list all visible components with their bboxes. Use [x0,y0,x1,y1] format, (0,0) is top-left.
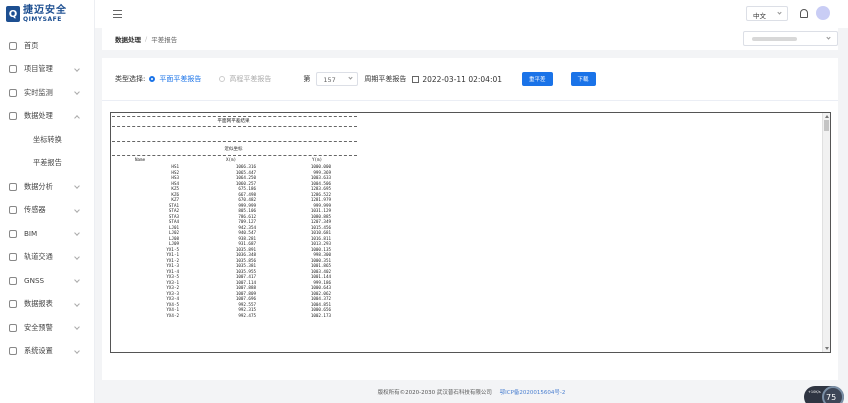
chevron-down-icon [74,230,80,236]
sidebar-item-system-settings[interactable]: 系统设置 [0,340,94,364]
project-name-redacted [752,37,797,41]
sidebar-item-coordinate-conversion[interactable]: 坐标转换 [0,128,94,152]
calendar-icon [412,75,420,83]
logo-chinese-name: 捷迈安全 [23,4,67,16]
scroll-thumb[interactable] [824,120,829,131]
language-select[interactable]: 中文 [746,6,788,21]
report-subtitle: 近似坐标 [224,147,243,152]
sidebar-item-data-analysis[interactable]: 数据分析 [0,175,94,199]
filter-bar: 类型选择: 平面平差报告 高程平差报告 第 157 周期平差报告 2022-03… [115,71,838,87]
period-prefix: 第 [303,75,311,83]
chevron-down-icon [74,183,80,189]
sidebar-menu: 首页 项目管理 实时监测 数据处理 坐标转换 平差报告 数据分析 传感器 BIM… [0,34,94,363]
download-button[interactable]: 下载 [570,72,596,86]
sidebar-item-bim[interactable]: BIM [0,222,94,246]
footer: 版权所有©2020-2030 武汉普石科技有限公司 鄂ICP备202001560… [95,388,848,396]
copyright-text: 版权所有©2020-2030 武汉普石科技有限公司 [377,390,492,396]
globe-icon [9,112,17,121]
point-name-cell: YX4-2 [166,312,179,318]
speed-widget[interactable]: +10K/s 75 [804,386,844,403]
sidebar-item-project-management[interactable]: 项目管理 [0,58,94,82]
chevron-down-icon [74,277,80,283]
chevron-down-icon [74,89,80,95]
report-card: 类型选择: 平面平差报告 高程平差报告 第 157 周期平差报告 2022-03… [102,58,838,380]
report-datetime: 2022-03-11 02:04:01 [422,74,503,84]
divider [102,100,838,101]
building-icon [9,229,17,238]
alert-icon [9,323,17,332]
sidebar-item-safety-alerts[interactable]: 安全预警 [0,316,94,340]
monitor-icon [9,88,17,97]
vertical-scrollbar[interactable] [822,113,830,352]
sidebar-item-adjustment-report[interactable]: 平差报告 [0,152,94,176]
speed-rate: +10K/s [808,390,821,394]
column-header: X(m) [226,157,237,162]
report-icon [9,300,17,309]
icp-link[interactable]: 鄂ICP备2020015604号-2 [500,390,566,396]
sidebar-item-gnss[interactable]: GNSS [0,269,94,293]
gear-icon [9,347,17,356]
breadcrumb: 数据处理 / 平差报告 [102,28,838,50]
chevron-down-icon [826,35,831,40]
recompute-button[interactable]: 重平差 [522,72,553,86]
period-report-label: 周期平差报告 [364,75,407,83]
sidebar: Q 捷迈安全 QIMYSAFE 首页 项目管理 实时监测 数据处理 坐标转换 平… [0,0,95,403]
type-label: 类型选择: [115,75,146,83]
radio-elevation-report[interactable]: 高程平差报告 [219,74,271,84]
menu-fold-icon[interactable] [113,10,122,18]
chevron-down-icon [74,300,80,307]
breadcrumb-separator: / [145,35,148,43]
sidebar-item-realtime-monitoring[interactable]: 实时监测 [0,81,94,105]
sidebar-item-data-processing[interactable]: 数据处理 [0,105,94,129]
chevron-up-icon [74,114,80,121]
scroll-down-arrow-icon[interactable] [825,347,829,350]
report-viewer[interactable]: 平面网平差结果 近似坐标 Name X(m) Y(m) HS1 1066.316 1… [110,112,831,353]
bell-icon[interactable] [800,9,808,18]
top-bar: 中文 [95,0,848,28]
home-icon [9,41,17,50]
chevron-down-icon [74,347,80,354]
sensor-icon [9,206,17,215]
separator-line [112,141,357,142]
breadcrumb-parent[interactable]: 数据处理 [115,34,141,44]
breadcrumb-current: 平差报告 [151,36,178,44]
chevron-down-icon [74,65,80,72]
radio-checked-icon [149,76,156,82]
period-select[interactable]: 157 [316,72,359,86]
satellite-icon [9,276,17,285]
sidebar-item-home[interactable]: 首页 [0,34,94,58]
sidebar-item-rail-transit[interactable]: 轨道交通 [0,246,94,270]
separator-line [112,126,357,127]
radio-unchecked-icon [219,76,226,82]
speed-gauge: 75 [822,386,844,403]
project-select[interactable] [743,31,838,46]
y-value-cell: 1002.173 [310,312,331,318]
brand-logo[interactable]: Q 捷迈安全 QIMYSAFE [0,0,94,28]
chart-icon [9,182,17,191]
separator-line [112,116,357,117]
column-header: Y(m) [312,157,323,162]
column-header: Name [135,157,146,162]
report-title: 平面网平差结果 [217,119,250,124]
table-row: YX4-2 992.475 1002.173 [111,313,361,319]
train-icon [9,253,17,262]
chevron-down-icon [74,253,80,260]
report-header-row: Name X(m) Y(m) [111,157,361,163]
folder-icon [9,65,17,74]
logo-english-name: QIMYSAFE [23,15,62,23]
chevron-down-icon [74,206,80,213]
sidebar-item-data-reports[interactable]: 数据报表 [0,293,94,317]
logo-mark: Q [6,6,20,22]
chevron-down-icon [348,75,353,80]
scroll-up-arrow-icon[interactable] [825,115,829,118]
avatar[interactable] [816,6,830,20]
chevron-down-icon [777,10,782,15]
chevron-down-icon [74,324,80,330]
separator-line [112,155,357,156]
x-value-cell: 992.475 [238,312,256,318]
sidebar-item-sensors[interactable]: 传感器 [0,199,94,223]
radio-plane-report[interactable]: 平面平差报告 [149,74,201,84]
